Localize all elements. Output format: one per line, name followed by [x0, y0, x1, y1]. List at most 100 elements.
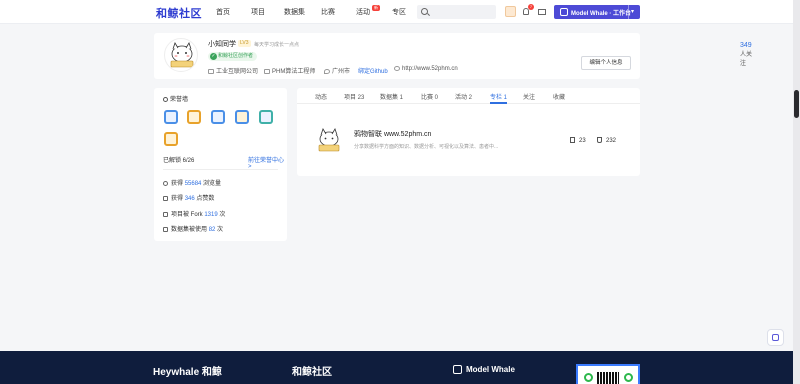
- medal-icon[interactable]: [164, 110, 178, 124]
- link-icon: [394, 66, 400, 71]
- creator-badge-label: 和鲸社区创作者: [218, 53, 254, 59]
- city-name: 广州市: [332, 69, 351, 75]
- site-logo[interactable]: 和鲸社区: [156, 5, 202, 21]
- search-box[interactable]: [417, 5, 496, 19]
- trophy-icon: [163, 97, 168, 102]
- company-info: 工业互联网公司: [208, 66, 258, 75]
- tab-0[interactable]: 动态: [315, 92, 327, 101]
- profile-card: 小知同学 LV3 每天学习成长一点点 ✓ 和鲸社区创作者 工业互联网公司 PHM…: [154, 33, 752, 79]
- user-avatar-icon[interactable]: [505, 6, 516, 17]
- active-tab-indicator: [490, 102, 507, 104]
- honor-wall-title: 荣誉墙: [163, 94, 188, 103]
- database-icon: [163, 227, 168, 232]
- modelwhale-logo-icon: [453, 365, 462, 374]
- column-title[interactable]: 鸦物智联 www.52phm.cn: [354, 129, 431, 139]
- column-list-item[interactable]: 鸦物智联 www.52phm.cn 分享数据科学方面的知识、数据分析、可视化以及…: [314, 126, 624, 156]
- divider: [163, 169, 278, 170]
- tab-6[interactable]: 关注: [523, 92, 535, 101]
- qr-code: [576, 364, 640, 384]
- tab-1[interactable]: 项目 23: [344, 92, 364, 101]
- nav-competitions[interactable]: 比赛: [321, 7, 335, 17]
- followers-count[interactable]: 349 人关注: [740, 42, 754, 67]
- column-article-count: 23: [570, 137, 586, 144]
- creator-badge: ✓ 和鲸社区创作者: [208, 52, 258, 61]
- tab-3[interactable]: 比赛 0: [421, 92, 438, 101]
- website-url[interactable]: http://www.52phm.cn: [402, 66, 458, 72]
- username: 小知同学: [208, 41, 236, 48]
- bookmark-icon: [597, 137, 602, 143]
- user-motto: 每天学习成长一点点: [254, 42, 300, 48]
- medal-icon[interactable]: [187, 110, 201, 124]
- briefcase-icon: [264, 69, 270, 74]
- footer-heywhale-logo[interactable]: Heywhale 和鲸: [153, 363, 222, 378]
- tab-2[interactable]: 数据集 1: [380, 92, 403, 101]
- medal-icon[interactable]: [211, 110, 225, 124]
- site-footer: Heywhale 和鲸 和鲸社区 Model Whale: [0, 351, 793, 384]
- nav-zone[interactable]: 专区: [392, 7, 406, 17]
- barcode-pattern: [597, 372, 619, 384]
- company-name: 工业互联网公司: [216, 69, 259, 75]
- medal-icon[interactable]: [235, 110, 249, 124]
- nav-home[interactable]: 首页: [216, 7, 230, 17]
- modelwhale-logo-icon: [560, 8, 568, 16]
- feedback-icon: [772, 334, 779, 341]
- feedback-button[interactable]: [767, 329, 784, 346]
- document-icon: [570, 137, 575, 143]
- level-badge: LV3: [238, 40, 251, 47]
- activity-new-badge: 新: [372, 5, 380, 11]
- footer-modelwhale-logo[interactable]: Model Whale: [466, 365, 515, 374]
- github-bind-link[interactable]: 绑定Github: [358, 66, 388, 75]
- modelwhale-label: Model Whale · 工作台: [571, 11, 632, 17]
- stat-forks: 项目被 Fork 1319 次: [163, 209, 225, 218]
- website-info[interactable]: http://www.52phm.cn: [394, 66, 458, 72]
- notification-badge: 7: [528, 4, 534, 10]
- thumbs-up-icon: [163, 196, 168, 201]
- medal-icon[interactable]: [164, 132, 178, 146]
- followers-label: 人关注: [740, 52, 753, 67]
- nav-activities[interactable]: 活动: [356, 7, 370, 17]
- search-icon: [421, 8, 428, 15]
- nav-projects[interactable]: 项目: [251, 7, 265, 17]
- position-name: PHM算法工程师: [272, 69, 316, 75]
- cat-avatar-icon: [318, 128, 340, 152]
- nav-datasets[interactable]: 数据集: [284, 7, 305, 17]
- column-subscriber-count: 232: [597, 137, 616, 144]
- eye-icon: [163, 181, 168, 186]
- tab-7[interactable]: 收藏: [553, 92, 565, 101]
- position-info: PHM算法工程师: [264, 66, 315, 75]
- column-cover: [314, 126, 344, 156]
- modelwhale-workspace-button[interactable]: Model Whale · 工作台 ▾: [554, 5, 640, 19]
- honor-title-text: 荣誉墙: [170, 97, 189, 103]
- profile-tabs: 动态 项目 23 数据集 1 比赛 0 活动 2 专栏 1 关注 收藏: [297, 88, 640, 104]
- wechat-icon: [624, 373, 633, 382]
- chevron-down-icon[interactable]: ▾: [631, 8, 634, 15]
- tab-4[interactable]: 活动 2: [455, 92, 472, 101]
- button-divider: [628, 5, 629, 19]
- top-navbar: 和鲸社区 首页 项目 数据集 比赛 活动 新 专区 7 Model Whale …: [0, 0, 793, 24]
- followers-number: 349: [740, 42, 752, 49]
- search-input[interactable]: [430, 6, 492, 18]
- medal-icon[interactable]: [259, 110, 273, 124]
- wechat-icon: [584, 373, 593, 382]
- cat-avatar-icon: [170, 42, 194, 68]
- stat-dataset-usage: 数据集被使用 82 次: [163, 224, 223, 233]
- mail-icon[interactable]: [538, 9, 546, 15]
- company-icon: [208, 69, 214, 74]
- stat-views: 获得 55684 浏览量: [163, 178, 221, 187]
- edit-profile-button[interactable]: 编辑个人信息: [581, 56, 631, 70]
- tab-5[interactable]: 专栏 1: [490, 92, 507, 101]
- fork-icon: [163, 212, 168, 217]
- city-info: 广州市: [324, 66, 350, 75]
- profile-avatar: [164, 38, 198, 72]
- unlocked-count: 已解锁 6/26: [163, 158, 195, 164]
- honor-center-link[interactable]: 前往荣誉中心>: [248, 155, 287, 170]
- location-icon: [324, 69, 330, 74]
- honor-wall-card: 荣誉墙 已解锁 6/26 前往荣誉中心> 获得 55684 浏览量 获得 346…: [154, 88, 287, 241]
- profile-content-panel: 动态 项目 23 数据集 1 比赛 0 活动 2 专栏 1 关注 收藏 鸦物智联 www.52…: [297, 88, 640, 176]
- column-description: 分享数据科学方面的知识、数据分析、可视化以及算法、患者中...: [354, 144, 499, 150]
- stat-likes: 获得 346 点赞数: [163, 193, 214, 202]
- scrollbar-thumb[interactable]: [794, 90, 799, 118]
- check-icon: ✓: [210, 53, 217, 60]
- page-scrollbar[interactable]: [793, 0, 800, 384]
- footer-community-logo[interactable]: 和鲸社区: [292, 363, 332, 378]
